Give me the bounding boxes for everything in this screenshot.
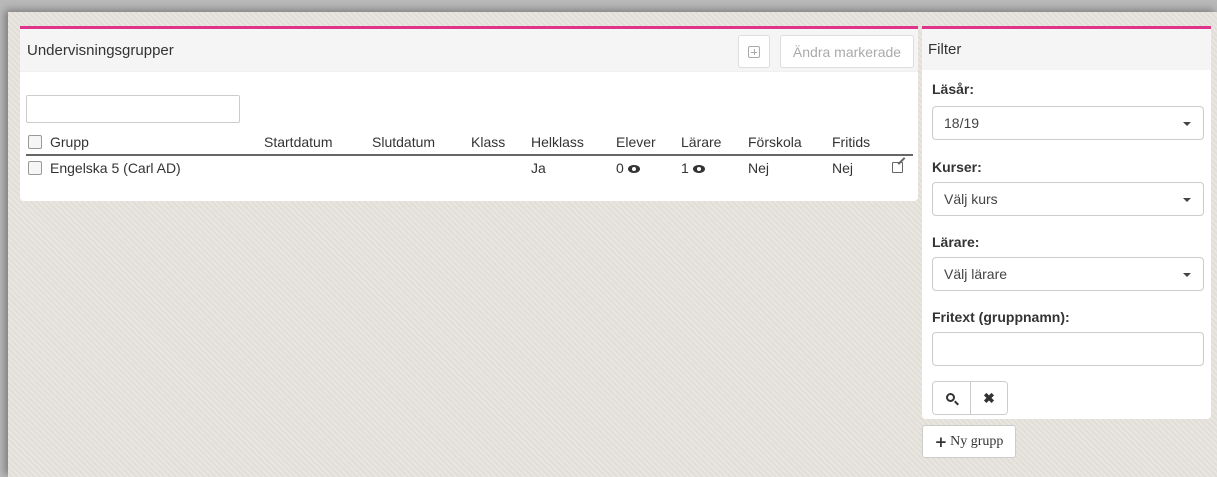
- lasar-select[interactable]: 18/19: [932, 106, 1204, 140]
- edit-selected-button[interactable]: Ändra markerade: [780, 35, 914, 68]
- clear-button[interactable]: ✖: [970, 382, 1007, 414]
- cell-actions: [892, 155, 913, 179]
- lasar-label: Läsår:: [932, 81, 975, 97]
- table-row: Engelska 5 (Carl AD) Ja 0 1 Nej Nej: [26, 155, 913, 179]
- plus-square-icon: [748, 45, 760, 58]
- col-helklass: Helklass: [531, 130, 616, 156]
- larare-value: Välj lärare: [944, 266, 1008, 282]
- caret-down-icon: [1183, 198, 1191, 202]
- cell-slutdatum: [372, 155, 471, 179]
- filter-panel: Filter Läsår: 18/19 Kurser: Välj kurs Lä…: [922, 26, 1211, 419]
- eye-icon[interactable]: [692, 164, 705, 173]
- cell-startdatum: [264, 155, 372, 179]
- col-fritids: Fritids: [832, 130, 892, 156]
- groups-panel-header: Undervisningsgrupper Ändra markerade: [20, 29, 918, 72]
- kurser-label: Kurser:: [932, 159, 982, 175]
- col-forskola: Förskola: [748, 130, 832, 156]
- filter-title: Filter: [922, 29, 1211, 70]
- caret-down-icon: [1183, 273, 1191, 277]
- kurser-select[interactable]: Välj kurs: [932, 182, 1204, 216]
- larare-select[interactable]: Välj lärare: [932, 257, 1204, 291]
- panel-title: Undervisningsgrupper: [27, 41, 174, 59]
- larare-label: Lärare:: [932, 234, 980, 250]
- cell-forskola: Nej: [748, 159, 770, 176]
- cell-elever: 0: [616, 155, 681, 179]
- expand-all-button[interactable]: [738, 35, 770, 68]
- new-group-button[interactable]: + Ny grupp: [922, 425, 1016, 458]
- plus-icon: +: [934, 432, 948, 451]
- close-icon: ✖: [983, 389, 995, 406]
- cell-klass: [471, 155, 531, 179]
- col-klass: Klass: [471, 130, 531, 156]
- groups-panel: Undervisningsgrupper Ändra markerade Gru…: [20, 26, 918, 201]
- app-frame: Undervisningsgrupper Ändra markerade Gru…: [8, 12, 1217, 477]
- col-elever: Elever: [616, 130, 681, 156]
- eye-icon[interactable]: [627, 164, 640, 173]
- search-button[interactable]: [933, 382, 970, 414]
- group-search-input[interactable]: [26, 95, 240, 123]
- col-grupp: Grupp: [26, 130, 264, 156]
- new-group-label: Ny grupp: [950, 433, 1004, 449]
- edit-icon[interactable]: [892, 161, 903, 173]
- table-header-row: Grupp Startdatum Slutdatum Klass Helklas…: [26, 130, 913, 156]
- caret-down-icon: [1183, 122, 1191, 126]
- lasar-value: 18/19: [944, 115, 980, 131]
- col-slutdatum: Slutdatum: [372, 130, 471, 156]
- fritext-input[interactable]: [932, 332, 1204, 366]
- search-icon: [946, 392, 955, 402]
- cell-helklass: Ja: [531, 159, 546, 176]
- cell-larare: 1: [681, 155, 748, 179]
- filter-button-group: ✖: [932, 381, 1008, 415]
- row-checkbox[interactable]: [28, 160, 42, 175]
- kurser-value: Välj kurs: [944, 191, 998, 207]
- groups-table: Grupp Startdatum Slutdatum Klass Helklas…: [26, 130, 913, 179]
- select-all-checkbox[interactable]: [28, 135, 42, 149]
- col-actions: [892, 130, 913, 156]
- col-startdatum: Startdatum: [264, 130, 372, 156]
- cell-fritids: Nej: [832, 159, 854, 176]
- fritext-label: Fritext (gruppnamn):: [932, 309, 1070, 325]
- cell-grupp: Engelska 5 (Carl AD): [26, 155, 264, 179]
- col-larare: Lärare: [681, 130, 748, 156]
